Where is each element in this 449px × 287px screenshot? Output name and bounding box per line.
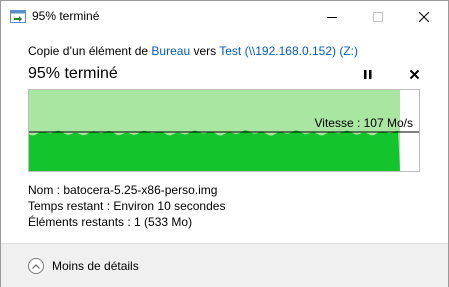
close-icon [409,69,419,79]
cancel-button[interactable] [404,64,424,84]
pause-button[interactable] [358,64,378,84]
name-value: batocera-5.25-x86-perso.img [63,183,218,197]
copy-description: Copie d’un élément de Bureau vers Test (… [28,44,358,59]
progress-title: 95% terminé [28,65,118,82]
title-bar: 95% terminé [1,1,448,32]
pause-icon [364,69,372,79]
minimize-icon [327,16,337,18]
time-remaining-label: Temps restant : [28,199,114,213]
copy-middle: vers [190,44,220,58]
chevron-up-icon [28,258,44,274]
transfer-details: Nom : batocera-5.25-x86-perso.img Temps … [28,182,225,230]
name-label: Nom : [28,183,64,197]
copy-prefix: Copie d’un élément de [28,44,152,58]
dialog-footer: Moins de détails [1,243,448,287]
destination-link[interactable]: Test (\\192.168.0.152) (Z:) [219,44,358,58]
items-remaining-row: Éléments restants : 1 (533 Mo) [28,214,225,230]
minimize-button[interactable] [309,1,355,32]
items-remaining-value: 1 (533 Mo) [134,215,193,229]
copy-progress-dialog: 95% terminé Copie d’un élément de Bureau… [0,0,449,287]
less-details-button[interactable]: Moins de détails [28,256,139,276]
maximize-icon [373,11,383,22]
name-row: Nom : batocera-5.25-x86-perso.img [28,182,225,198]
window-close-button[interactable] [401,1,447,32]
speed-label: Vitesse : 107 Mo/s [314,116,414,130]
items-remaining-label: Éléments restants : [28,215,135,229]
window-title: 95% terminé [32,9,100,23]
close-icon [419,11,429,22]
time-remaining-row: Temps restant : Environ 10 secondes [28,198,225,214]
source-link[interactable]: Bureau [151,44,190,58]
less-details-label: Moins de détails [52,258,139,273]
copy-app-icon [10,10,26,23]
transfer-speed-graph: Vitesse : 107 Mo/s [28,89,420,172]
maximize-button[interactable] [355,1,401,32]
time-remaining-value: Environ 10 secondes [113,199,226,213]
speed-graph-canvas [29,90,419,171]
speed-area [29,130,400,171]
